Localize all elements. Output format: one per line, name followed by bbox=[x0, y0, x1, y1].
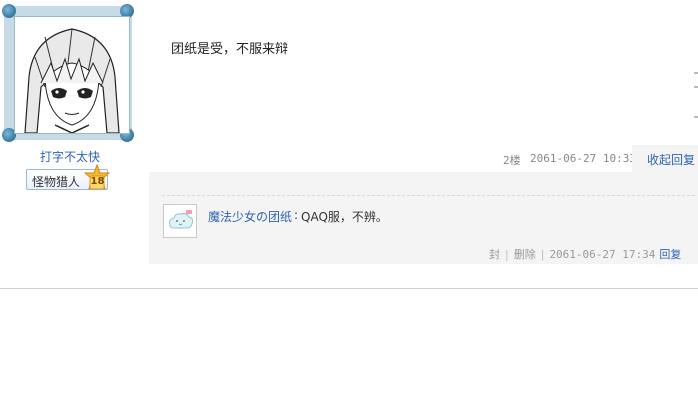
reply-time: 2061-06-27 17:34 bbox=[549, 248, 656, 261]
reply-list: 魔法少女の团纸 : QAQ服，不辨。 封 | 删除 | 2061-06-27 17:34… bbox=[149, 172, 698, 264]
delete-button[interactable]: 删除 bbox=[514, 248, 536, 261]
level-name: 怪物猎人 bbox=[32, 175, 81, 189]
reply-author-name[interactable]: 魔法少女の团纸 bbox=[208, 208, 292, 225]
reply-colon: : bbox=[294, 208, 299, 222]
reply-button[interactable]: 回复 bbox=[659, 248, 681, 261]
divider: | bbox=[540, 248, 545, 261]
post-content: 团纸是受，不服来辩 bbox=[171, 42, 289, 57]
reply-author-avatar[interactable] bbox=[163, 204, 197, 238]
reply-text: QAQ服，不辨。 bbox=[301, 210, 388, 224]
level-number: 18 bbox=[90, 176, 105, 187]
collapse-replies-label: 收起回复 bbox=[647, 153, 696, 167]
block-button[interactable]: 封 bbox=[489, 248, 500, 261]
manga-girl-avatar-icon bbox=[14, 16, 130, 134]
post-time: 2061-06-27 10:33 bbox=[530, 152, 636, 165]
post-view: 打字不太快 怪物猎人 18 团纸是受，不服来辩 2楼 2061-06-27 10… bbox=[0, 0, 698, 400]
cloud-face-avatar-icon bbox=[164, 205, 196, 237]
level-badge[interactable]: 怪物猎人 18 bbox=[26, 164, 110, 191]
scroll-edge-mark bbox=[694, 116, 698, 118]
scroll-edge-mark bbox=[694, 72, 698, 74]
divider: | bbox=[505, 248, 509, 261]
author-username[interactable]: 打字不太快 bbox=[0, 148, 140, 165]
post-divider bbox=[0, 288, 698, 289]
reply-separator bbox=[162, 195, 695, 196]
scroll-edge-mark bbox=[694, 86, 698, 88]
author-avatar[interactable] bbox=[2, 4, 134, 142]
post-floor: 2楼 bbox=[503, 154, 521, 167]
collapse-replies-button[interactable]: 收起回复 bbox=[632, 145, 698, 172]
reply-footer: 封 | 删除 | 2061-06-27 17:34 回复 bbox=[489, 246, 681, 262]
